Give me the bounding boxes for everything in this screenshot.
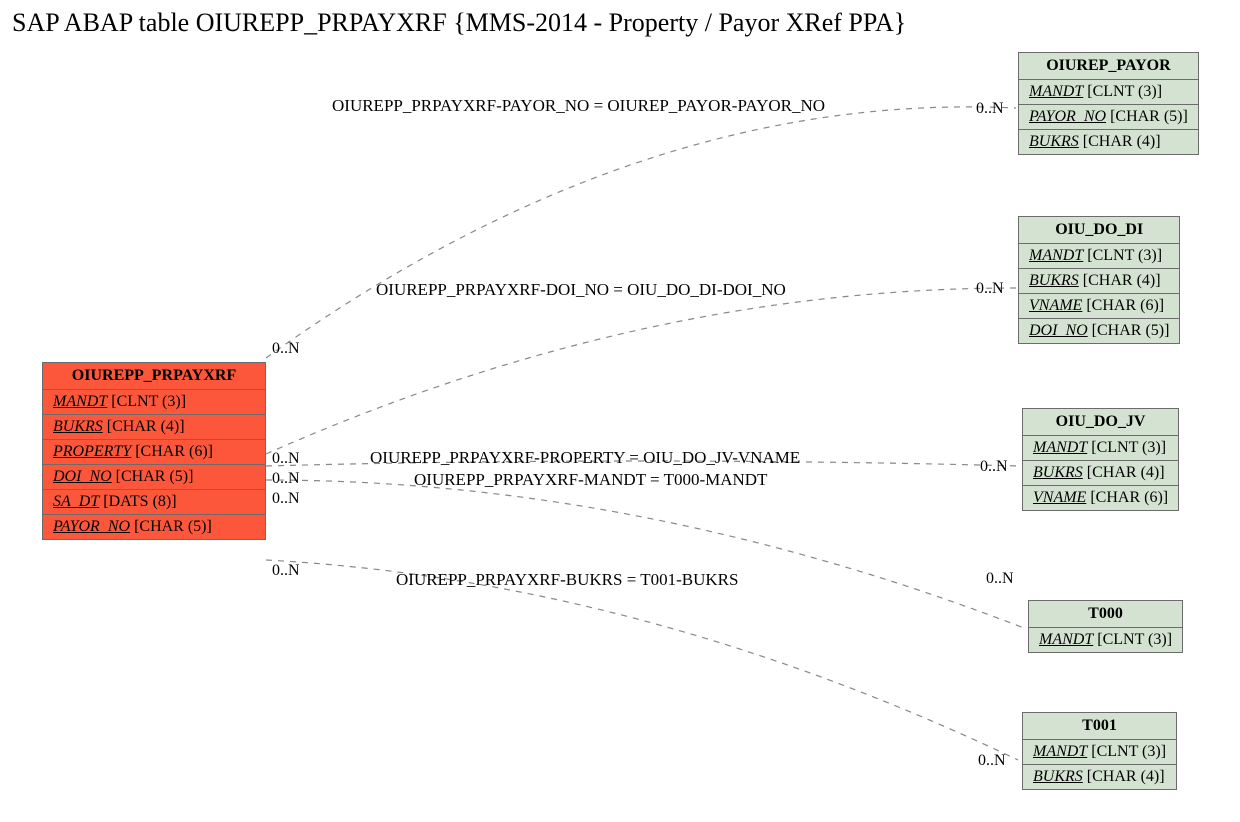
relation-label: OIUREPP_PRPAYXRF-BUKRS = T001-BUKRS	[396, 570, 738, 590]
field-row: SA_DT [DATS (8)]	[43, 490, 265, 515]
relation-label: OIUREPP_PRPAYXRF-PROPERTY = OIU_DO_JV-VN…	[370, 448, 800, 468]
relation-label: OIUREPP_PRPAYXRF-DOI_NO = OIU_DO_DI-DOI_…	[376, 280, 786, 300]
cardinality-left: 0..N	[272, 340, 300, 358]
cardinality-right: 0..N	[986, 570, 1014, 588]
ref-table-header: OIU_DO_JV	[1023, 409, 1178, 436]
ref-table-header: T001	[1023, 713, 1176, 740]
field-row: MANDT [CLNT (3)]	[1023, 436, 1178, 461]
field-row: BUKRS [CHAR (4)]	[1019, 269, 1179, 294]
field-row: VNAME [CHAR (6)]	[1019, 294, 1179, 319]
field-row: PAYOR_NO [CHAR (5)]	[43, 515, 265, 539]
ref-table-dojv: OIU_DO_JV MANDT [CLNT (3)] BUKRS [CHAR (…	[1022, 408, 1179, 511]
ref-table-t001: T001 MANDT [CLNT (3)] BUKRS [CHAR (4)]	[1022, 712, 1177, 790]
field-row: BUKRS [CHAR (4)]	[43, 415, 265, 440]
main-table-header: OIUREPP_PRPAYXRF	[43, 363, 265, 390]
cardinality-left: 0..N	[272, 490, 300, 508]
ref-table-header: OIU_DO_DI	[1019, 217, 1179, 244]
field-row: PROPERTY [CHAR (6)]	[43, 440, 265, 465]
ref-table-header: OIUREP_PAYOR	[1019, 53, 1198, 80]
field-row: PAYOR_NO [CHAR (5)]	[1019, 105, 1198, 130]
cardinality-right-t001: 0..N	[978, 752, 1006, 770]
field-row: MANDT [CLNT (3)]	[1019, 244, 1179, 269]
relation-label: OIUREPP_PRPAYXRF-PAYOR_NO = OIUREP_PAYOR…	[332, 96, 825, 116]
cardinality-right: 0..N	[976, 100, 1004, 118]
main-table: OIUREPP_PRPAYXRF MANDT [CLNT (3)] BUKRS …	[42, 362, 266, 540]
relation-label: OIUREPP_PRPAYXRF-MANDT = T000-MANDT	[414, 470, 767, 490]
cardinality-left: 0..N	[272, 450, 300, 468]
field-row: MANDT [CLNT (3)]	[43, 390, 265, 415]
ref-table-payor: OIUREP_PAYOR MANDT [CLNT (3)] PAYOR_NO […	[1018, 52, 1199, 155]
cardinality-right: 0..N	[976, 280, 1004, 298]
field-row: BUKRS [CHAR (4)]	[1023, 765, 1176, 789]
field-row: MANDT [CLNT (3)]	[1019, 80, 1198, 105]
ref-table-header: T000	[1029, 601, 1182, 628]
field-row: DOI_NO [CHAR (5)]	[43, 465, 265, 490]
diagram-canvas: SAP ABAP table OIUREPP_PRPAYXRF {MMS-201…	[0, 0, 1240, 822]
ref-table-dodi: OIU_DO_DI MANDT [CLNT (3)] BUKRS [CHAR (…	[1018, 216, 1180, 344]
page-title: SAP ABAP table OIUREPP_PRPAYXRF {MMS-201…	[12, 8, 906, 38]
ref-table-t000: T000 MANDT [CLNT (3)]	[1028, 600, 1183, 653]
field-row: BUKRS [CHAR (4)]	[1019, 130, 1198, 154]
field-row: MANDT [CLNT (3)]	[1023, 740, 1176, 765]
field-row: BUKRS [CHAR (4)]	[1023, 461, 1178, 486]
field-row: VNAME [CHAR (6)]	[1023, 486, 1178, 510]
cardinality-right: 0..N	[980, 458, 1008, 476]
cardinality-left: 0..N	[272, 562, 300, 580]
field-row: DOI_NO [CHAR (5)]	[1019, 319, 1179, 343]
field-row: MANDT [CLNT (3)]	[1029, 628, 1182, 652]
cardinality-left: 0..N	[272, 470, 300, 488]
